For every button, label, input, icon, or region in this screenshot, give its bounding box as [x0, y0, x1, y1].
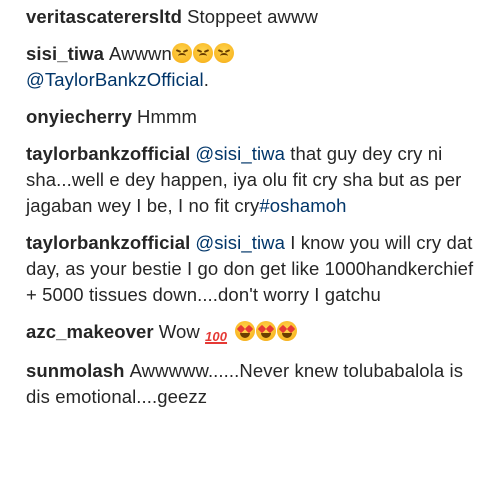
comment-username[interactable]: taylorbankzofficial [26, 232, 190, 253]
comment-text: Awwwn [109, 43, 172, 64]
heart-eyes-emoji-icon [256, 321, 277, 341]
comment-item: veritascaterersltd Stoppeet awww [26, 4, 476, 30]
comment-hashtag[interactable]: #oshamoh [259, 195, 346, 216]
comment-username[interactable]: sisi_tiwa [26, 43, 104, 64]
comment-username[interactable]: sunmolash [26, 360, 125, 381]
comment-username[interactable]: veritascaterersltd [26, 6, 182, 27]
comment-item: taylorbankzofficial @sisi_tiwa I know you… [26, 230, 476, 308]
comment-item: taylorbankzofficial @sisi_tiwa that guy d… [26, 141, 476, 219]
hundred-points-emoji-icon: 100 [205, 329, 228, 344]
comment-text: Stoppeet awww [187, 6, 318, 27]
emoji-group [171, 43, 235, 64]
comment-item: sisi_tiwa Awwwn @TaylorBankzOfficial. [26, 41, 476, 93]
comment-username[interactable]: taylorbankzofficial [26, 143, 190, 164]
comment-mention[interactable]: @TaylorBankzOfficial [26, 69, 204, 90]
comment-username[interactable]: azc_makeover [26, 321, 154, 342]
comment-username[interactable]: onyiecherry [26, 106, 132, 127]
comment-mention[interactable]: @sisi_tiwa [195, 232, 285, 253]
comment-list: veritascaterersltd Stoppeet awww sisi_tiw… [26, 4, 476, 421]
sad-face-emoji-icon [192, 43, 213, 63]
sad-face-emoji-icon [171, 43, 192, 63]
sad-face-emoji-icon [213, 43, 234, 63]
comment-item: azc_makeover Wow 100 [26, 319, 476, 347]
comment-item: sunmolash Awwwww......Never knew tolubaba… [26, 358, 476, 410]
heart-eyes-emoji-icon [235, 321, 256, 341]
emoji-group: 100 [205, 321, 298, 344]
comment-item: onyiecherry Hmmm [26, 104, 476, 130]
comment-mention[interactable]: @sisi_tiwa [195, 143, 285, 164]
comment-text: Hmmm [137, 106, 197, 127]
comment-text: Wow [158, 321, 200, 342]
heart-eyes-emoji-icon [277, 321, 298, 341]
comment-text-after: . [203, 69, 209, 90]
